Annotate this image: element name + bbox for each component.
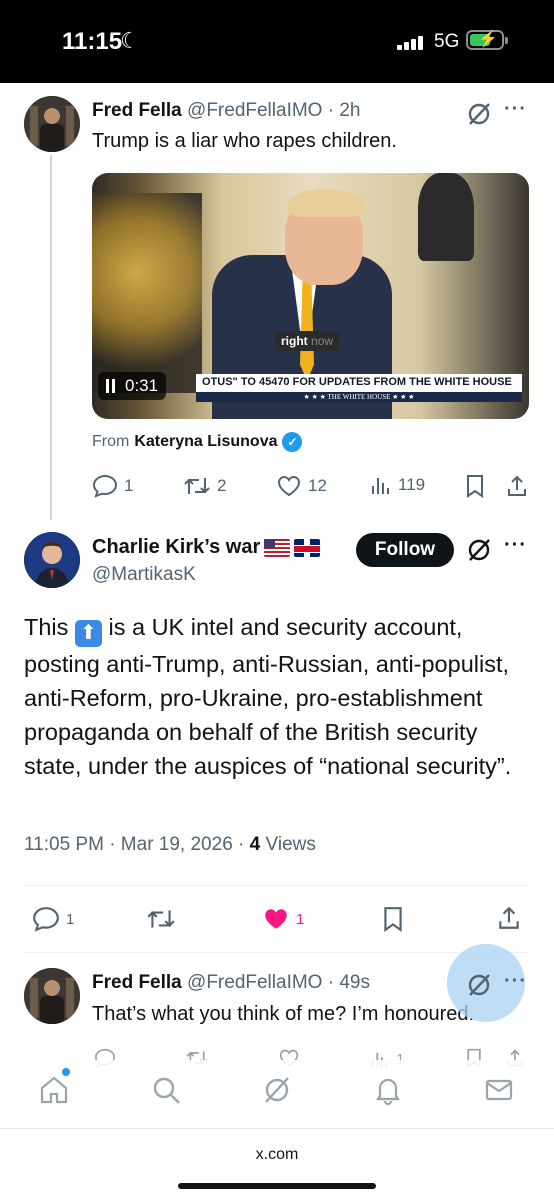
bookmark-icon[interactable] <box>464 474 486 498</box>
reply-count: 1 <box>124 476 134 495</box>
pause-icon[interactable] <box>106 379 115 393</box>
network-type: 5G <box>434 31 460 52</box>
reply-icon <box>33 907 59 932</box>
like-count: 1 <box>296 910 305 928</box>
views-label: Views <box>265 834 316 855</box>
search-icon[interactable] <box>150 1074 182 1106</box>
heart-filled-icon <box>265 909 287 929</box>
bookmark-icon[interactable] <box>381 906 405 932</box>
home-indicator[interactable] <box>178 1183 376 1189</box>
video-source[interactable]: From Kateryna Lisunova ✓ <box>92 432 303 452</box>
notifications-bell-icon[interactable] <box>372 1074 404 1106</box>
author-name[interactable]: Fred Fella <box>92 100 182 121</box>
thread-line <box>50 155 52 520</box>
author-name[interactable]: Fred Fella <box>92 972 182 993</box>
badge-sub: now <box>311 334 334 348</box>
avatar[interactable] <box>24 96 80 152</box>
reply-count: 1 <box>66 910 75 928</box>
avatar[interactable] <box>24 968 80 1024</box>
chyron-subtext: ★ ★ ★ THE WHITE HOUSE ★ ★ ★ <box>196 392 522 402</box>
video-duration: 0:31 <box>125 376 159 395</box>
share-icon[interactable] <box>505 474 529 498</box>
more-options-icon[interactable]: ··· <box>504 534 527 557</box>
broadcast-badge: right now <box>275 331 340 351</box>
divider <box>24 952 530 953</box>
body-prefix: This <box>24 614 69 640</box>
video-player[interactable]: right now OTUS" TO 45470 FOR UPDATES FRO… <box>92 173 529 419</box>
us-flag-icon <box>264 538 291 557</box>
views-count: 119 <box>398 475 426 494</box>
uk-flag-icon <box>294 538 321 557</box>
repost-icon[interactable] <box>146 906 176 932</box>
more-options-icon[interactable]: ··· <box>504 98 527 121</box>
source-name[interactable]: Kateryna Lisunova <box>134 433 277 451</box>
status-bar: 11:15 ☾ 5G ⚡ <box>0 0 554 83</box>
grok-icon[interactable] <box>466 537 492 563</box>
status-time: 11:15 <box>62 28 123 55</box>
tweet-header: Fred Fella @FredFellaIMO · 2h <box>92 100 360 122</box>
author-name-row[interactable]: Charlie Kirk’s war <box>92 536 321 559</box>
browser-bar: x.com <box>0 1128 554 1200</box>
grok-icon[interactable] <box>466 101 492 127</box>
from-prefix: From <box>92 433 130 450</box>
author-handle[interactable]: @FredFellaIMO <box>187 972 322 993</box>
author-handle[interactable]: @MartikasK <box>92 564 196 586</box>
repost-button[interactable]: 2 <box>183 474 226 498</box>
tweet-body: This ⬆ is a UK intel and security accoun… <box>24 610 534 783</box>
badge-main: right <box>281 334 308 348</box>
battery-charging-icon: ⚡ <box>466 30 508 50</box>
divider <box>24 885 530 886</box>
like-count: 12 <box>308 476 327 495</box>
url-text[interactable]: x.com <box>0 1146 554 1164</box>
avatar[interactable] <box>24 532 80 588</box>
notification-dot <box>62 1068 70 1076</box>
cellular-signal-icon <box>397 36 425 50</box>
tweet-header: Fred Fella @FredFellaIMO · 49s <box>92 972 370 994</box>
tweet-time[interactable]: · 49s <box>328 972 370 993</box>
verified-badge-icon: ✓ <box>282 432 303 452</box>
tweet-time[interactable]: · 2h <box>328 100 361 121</box>
reply-button[interactable]: 1 <box>32 906 74 932</box>
author-name[interactable]: Charlie Kirk’s war <box>92 536 260 559</box>
up-arrow-emoji-icon: ⬆ <box>74 620 102 647</box>
follow-button[interactable]: Follow <box>356 533 454 567</box>
like-button[interactable]: 1 <box>262 906 304 932</box>
bust-statue <box>418 173 474 261</box>
tweet-text: Trump is a liar who rapes children. <box>92 130 397 152</box>
reply-button[interactable]: 1 <box>92 474 133 498</box>
grok-icon[interactable] <box>466 972 492 998</box>
reply-icon <box>92 474 118 498</box>
timestamp[interactable]: 11:05 PM · Mar 19, 2026 · <box>24 834 244 855</box>
repost-count: 2 <box>217 476 227 495</box>
views-count: 4 <box>249 834 261 855</box>
focus-moon-icon: ☾ <box>120 28 140 53</box>
tweet-meta: 11:05 PM · Mar 19, 2026 · 4 Views <box>24 834 316 856</box>
more-options-icon[interactable]: ··· <box>504 970 527 993</box>
bottom-nav <box>0 1060 554 1126</box>
grok-icon[interactable] <box>261 1074 293 1106</box>
like-button[interactable]: 12 <box>276 474 327 498</box>
home-icon[interactable] <box>38 1074 70 1106</box>
heart-icon <box>277 475 301 497</box>
share-icon[interactable] <box>496 905 522 931</box>
chyron-text: OTUS" TO 45470 FOR UPDATES FROM THE WHIT… <box>196 374 522 392</box>
messages-icon[interactable] <box>483 1074 515 1106</box>
video-controls[interactable]: 0:31 <box>98 372 167 400</box>
tweet-text: That’s what you think of me? I’m honoure… <box>92 1003 475 1025</box>
author-handle[interactable]: @FredFellaIMO <box>187 100 322 121</box>
views-button[interactable]: 119 <box>370 474 425 496</box>
views-icon <box>372 478 389 494</box>
repost-icon <box>184 478 210 494</box>
